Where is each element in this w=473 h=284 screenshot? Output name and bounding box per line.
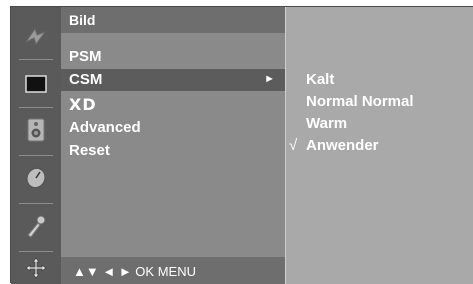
checkmark-icon: √	[289, 137, 298, 154]
submenu-arrow-icon: ►	[264, 73, 275, 85]
osd-menu-window: Bild PSM CSM ► XD Advanced Reset ▲▼ ◄ ► …	[10, 6, 473, 284]
submenu-item-kalt[interactable]: Kalt	[286, 71, 473, 93]
submenu-item-label: Normal Normal	[306, 93, 414, 110]
time-icon[interactable]	[11, 157, 61, 199]
menu-item-label: Advanced	[69, 119, 141, 136]
submenu-item-label: Anwender	[306, 137, 379, 154]
menu-item-xd[interactable]: XD	[61, 93, 285, 115]
icon-divider	[19, 203, 53, 204]
submenu-item-label: Kalt	[306, 71, 335, 88]
xd-logo: XD	[69, 95, 97, 114]
submenu-item-anwender[interactable]: √ Anwender	[286, 137, 473, 159]
menu-item-csm[interactable]: CSM ►	[61, 69, 285, 91]
screen-icon[interactable]	[11, 63, 61, 105]
submenu-item-warm[interactable]: Warm	[286, 115, 473, 137]
navigation-hint-bar: ▲▼ ◄ ► OK MENU	[61, 257, 285, 284]
category-icon-column	[11, 7, 61, 284]
menu-title: Bild	[61, 7, 285, 33]
submenu-item-normal[interactable]: Normal Normal	[286, 93, 473, 115]
menu-item-label: PSM	[69, 48, 102, 65]
setup-icon[interactable]	[11, 251, 61, 284]
menu-item-label: Reset	[69, 142, 110, 159]
menu-item-label: CSM	[69, 71, 103, 88]
icon-divider	[19, 107, 53, 108]
submenu-item-label: Warm	[306, 115, 348, 132]
menu-panel: Bild PSM CSM ► XD Advanced Reset ▲▼ ◄ ► …	[61, 7, 285, 284]
special-icon[interactable]	[11, 205, 61, 247]
menu-item-psm[interactable]: PSM	[61, 46, 285, 68]
icon-divider	[19, 155, 53, 156]
menu-item-reset[interactable]: Reset	[61, 140, 285, 162]
submenu-panel: Kalt Normal Normal Warm √ Anwender	[285, 7, 473, 284]
icon-divider	[19, 59, 53, 60]
picture-icon[interactable]	[11, 15, 61, 57]
navigation-hint: ▲▼ ◄ ► OK MENU	[73, 264, 196, 279]
menu-item-advanced[interactable]: Advanced	[61, 117, 285, 139]
audio-icon[interactable]	[11, 109, 61, 151]
